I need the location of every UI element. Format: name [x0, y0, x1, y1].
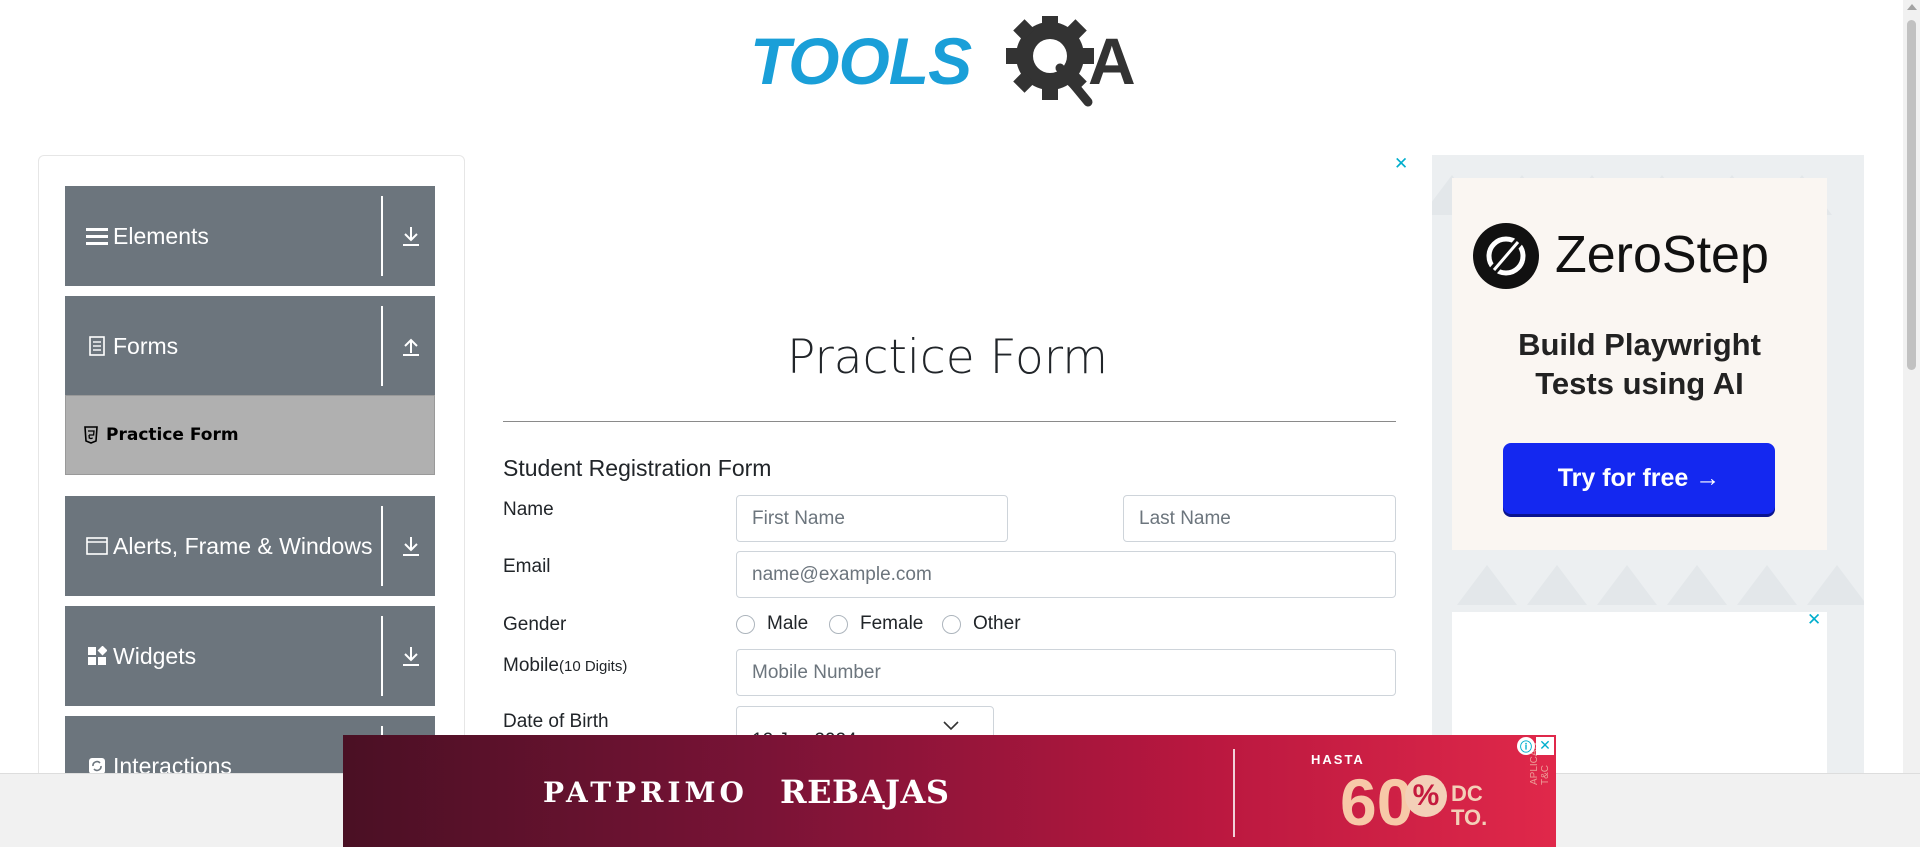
banner-sale: REBAJAS: [780, 773, 950, 811]
sidebar-group-title: Forms: [113, 332, 179, 359]
banner-percent: %: [1405, 775, 1447, 817]
ad-close-icon[interactable]: ✕: [1394, 154, 1408, 174]
sidebar-group-widgets[interactable]: Widgets: [65, 606, 435, 706]
banner-close-icon[interactable]: ✕: [1536, 737, 1554, 755]
name-label: Name: [503, 499, 554, 520]
mobile-label-text: Mobile: [503, 655, 559, 676]
banner-dc: DC TO.: [1451, 782, 1487, 830]
html5-icon: [84, 426, 98, 444]
sidebar-item-practice-form[interactable]: Practice Form: [65, 395, 435, 475]
logo-a-text: A: [1088, 24, 1136, 98]
mobile-hint: (10 Digits): [558, 658, 628, 675]
sidebar-item-label: Practice Form: [106, 425, 239, 445]
scroll-up-icon[interactable]: [1907, 4, 1917, 10]
banner-divider: [1233, 749, 1235, 837]
last-name-input[interactable]: Last Name: [1123, 495, 1396, 542]
radio-circle[interactable]: [942, 614, 961, 634]
bottom-banner-ad[interactable]: PATPRIMO REBAJAS HASTA 60 % DC TO. APLICA…: [343, 735, 1556, 847]
zerostep-brand: ZeroStep: [1555, 226, 1769, 284]
window-icon: [85, 534, 109, 558]
radio-circle[interactable]: [829, 614, 848, 634]
gear-icon: [1006, 16, 1094, 107]
download-arrow-icon: [403, 537, 419, 556]
sidebar-group-alerts[interactable]: Alerts, Frame & Windows: [65, 496, 435, 596]
tagline-line-2: Tests using AI: [1535, 366, 1744, 401]
scroll-thumb[interactable]: [1907, 20, 1916, 370]
gender-radio-other[interactable]: Other: [942, 613, 1021, 635]
sidebar-group-title: Widgets: [113, 642, 197, 669]
gender-radio-male[interactable]: Male: [736, 613, 808, 635]
sidebar-group-forms[interactable]: Forms: [65, 296, 435, 396]
logo-tools-text: TOOLS: [750, 24, 972, 98]
separator: [381, 616, 383, 696]
banner-brand: PATPRIMO: [543, 776, 748, 809]
hamburger-icon: [85, 224, 109, 248]
sidebar-group-title: Alerts, Frame & Windows: [113, 532, 373, 559]
upload-arrow-icon: [403, 338, 419, 356]
banner-to-text: TO.: [1451, 805, 1488, 830]
gender-radio-female[interactable]: Female: [829, 613, 923, 635]
vertical-scrollbar[interactable]: [1903, 0, 1920, 773]
radio-label: Other: [973, 613, 1021, 634]
form-heading: Student Registration Form: [503, 455, 772, 481]
adchoices-info-icon[interactable]: ⓘ: [1517, 737, 1535, 755]
separator: [381, 306, 383, 386]
document-icon: [85, 334, 109, 358]
banner-dc-text: DC: [1451, 781, 1483, 806]
toolsqa-logo[interactable]: TOOLS A: [748, 16, 1153, 114]
tagline-line-1: Build Playwright: [1518, 327, 1761, 362]
banner-amount: 60: [1340, 765, 1414, 839]
separator: [381, 506, 383, 586]
radio-label: Female: [860, 613, 924, 634]
zerostep-logo-icon: [1473, 223, 1539, 289]
radio-circle[interactable]: [736, 614, 755, 634]
download-arrow-icon: [403, 227, 419, 246]
page: TOOLS A Elements Forms Practice Form Ale…: [0, 0, 1920, 847]
chevron-down-icon: [943, 721, 959, 731]
email-label: Email: [503, 556, 551, 577]
separator: [381, 196, 383, 276]
zerostep-tagline: Build Playwright Tests using AI: [1452, 325, 1827, 403]
dob-label: Date of Birth: [503, 711, 609, 732]
widgets-icon: [85, 644, 109, 668]
radio-label: Male: [767, 613, 809, 634]
sidebar-group-elements[interactable]: Elements: [65, 186, 435, 286]
first-name-input[interactable]: First Name: [736, 495, 1008, 542]
page-title: Practice Form: [786, 330, 1109, 385]
mobile-label: Mobile(10 Digits): [503, 655, 627, 677]
side-ad-close-icon[interactable]: ✕: [1807, 610, 1821, 630]
divider: [503, 421, 1396, 422]
try-for-free-button[interactable]: Try for free →: [1503, 443, 1775, 514]
gender-label: Gender: [503, 614, 567, 635]
download-arrow-icon: [403, 647, 419, 666]
mobile-input[interactable]: Mobile Number: [736, 649, 1396, 696]
sidebar-group-title: Elements: [113, 222, 209, 249]
email-input[interactable]: name@example.com: [736, 551, 1396, 598]
